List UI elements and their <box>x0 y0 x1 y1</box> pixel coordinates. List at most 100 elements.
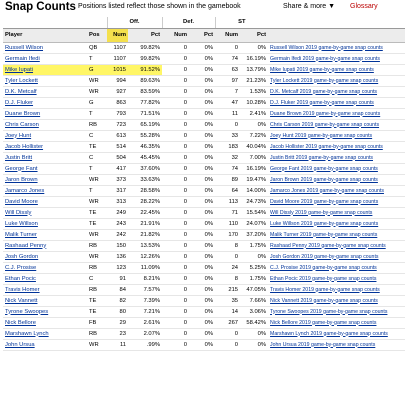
col-header-pos[interactable]: Pos <box>87 28 107 43</box>
defense-snaps: 0 <box>162 185 190 197</box>
game-by-game-link[interactable]: D.K. Metcalf 2019 game-by-game snap coun… <box>268 86 405 98</box>
game-by-game-link[interactable]: Will Dissly 2019 game-by-game snap count… <box>268 207 405 219</box>
game-by-game-link[interactable]: Russell Wilson 2019 game-by-game snap co… <box>268 42 405 54</box>
player-link[interactable]: John Ursua <box>3 339 87 351</box>
page-header: Snap Counts Positions listed reflect tho… <box>0 0 405 17</box>
offense-snaps: 243 <box>107 218 128 230</box>
game-by-game-link[interactable]: David Moore 2019 game-by-game snap count… <box>268 196 405 208</box>
glossary-link[interactable]: Glossary <box>350 3 378 10</box>
special-teams-pct: 2.41% <box>240 108 269 120</box>
special-teams-snaps: 0 <box>215 119 241 131</box>
player-link[interactable]: D.K. Metcalf <box>3 86 87 98</box>
game-by-game-link[interactable]: Tyrone Swoopes 2019 game-by-game snap co… <box>268 306 405 318</box>
game-by-game-link[interactable]: C.J. Prosise 2019 game-by-game snap coun… <box>268 262 405 274</box>
special-teams-snaps: 170 <box>215 229 241 241</box>
game-by-game-link[interactable]: Josh Gordon 2019 game-by-game snap count… <box>268 251 405 263</box>
offense-snaps: 863 <box>107 97 128 109</box>
player-link[interactable]: Luke Willson <box>3 218 87 230</box>
offense-snaps: 927 <box>107 86 128 98</box>
defense-snaps: 0 <box>162 196 190 208</box>
game-by-game-link[interactable]: Jacob Hollister 2019 game-by-game snap c… <box>268 141 405 153</box>
player-link[interactable]: Justin Britt <box>3 152 87 164</box>
table-row: Joey Hunt C 613 55.28% 0 0% 33 7.22% Joey Hunt 2… <box>3 130 405 142</box>
col-header-def-num[interactable]: Num <box>162 28 190 43</box>
share-menu-button[interactable]: Share & more ▼ <box>283 3 335 10</box>
defense-snaps: 0 <box>162 273 190 285</box>
defense-pct: 0% <box>189 130 216 142</box>
defense-snaps: 0 <box>162 152 190 164</box>
defense-pct: 0% <box>189 295 216 307</box>
player-link[interactable]: Jamarco Jones <box>3 185 87 197</box>
player-link[interactable]: Jacob Hollister <box>3 141 87 153</box>
col-header-player[interactable]: Player <box>3 28 87 43</box>
player-link[interactable]: Will Dissly <box>3 207 87 219</box>
offense-pct: 71.51% <box>128 108 163 120</box>
game-by-game-link[interactable]: Jamarco Jones 2019 game-by-game snap cou… <box>268 185 405 197</box>
game-by-game-link[interactable]: Jaron Brown 2019 game-by-game snap count… <box>268 174 405 186</box>
game-by-game-link[interactable]: Marshawn Lynch 2019 game-by-game snap co… <box>268 328 405 340</box>
game-by-game-link[interactable]: Justin Britt 2019 game-by-game snap coun… <box>268 152 405 164</box>
defense-snaps: 0 <box>162 284 190 296</box>
player-link[interactable]: Russell Wilson <box>3 42 87 54</box>
player-link[interactable]: Tyler Lockett <box>3 75 87 87</box>
player-link[interactable]: Germain Ifedi <box>3 53 87 65</box>
player-link[interactable]: Malik Turner <box>3 229 87 241</box>
game-by-game-link[interactable]: Nick Bellore 2019 game-by-game snap coun… <box>268 317 405 329</box>
player-link[interactable]: D.J. Fluker <box>3 97 87 109</box>
game-by-game-link[interactable]: John Ursua 2019 game-by-game snap counts <box>268 339 405 351</box>
player-link[interactable]: Duane Brown <box>3 108 87 120</box>
position-cell: RB <box>87 284 107 296</box>
player-link[interactable]: George Fant <box>3 163 87 175</box>
col-header-def-pct[interactable]: Pct <box>189 28 216 43</box>
player-link[interactable]: David Moore <box>3 196 87 208</box>
game-by-game-link[interactable]: Ethan Pocic 2019 game-by-game snap count… <box>268 273 405 285</box>
game-by-game-link[interactable]: Rashaad Penny 2019 game-by-game snap cou… <box>268 240 405 252</box>
offense-snaps: 417 <box>107 163 128 175</box>
special-teams-pct: 5.25% <box>240 262 269 274</box>
player-link[interactable]: Rashaad Penny <box>3 240 87 252</box>
defense-pct: 0% <box>189 196 216 208</box>
game-by-game-link[interactable]: Luke Willson 2019 game-by-game snap coun… <box>268 218 405 230</box>
special-teams-snaps: 8 <box>215 240 241 252</box>
game-by-game-link[interactable]: Chris Carson 2019 game-by-game snap coun… <box>268 119 405 131</box>
player-link[interactable]: Jaron Brown <box>3 174 87 186</box>
special-teams-snaps: 71 <box>215 207 241 219</box>
position-cell: WR <box>87 86 107 98</box>
col-header-off-num[interactable]: Num <box>107 28 128 43</box>
player-link[interactable]: Tyrone Swoopes <box>3 306 87 318</box>
defense-snaps: 0 <box>162 251 190 263</box>
col-header-st-num[interactable]: Num <box>215 28 241 43</box>
player-link[interactable]: Nick Vannett <box>3 295 87 307</box>
player-link[interactable]: C.J. Prosise <box>3 262 87 274</box>
game-by-game-link[interactable]: Travis Homer 2019 game-by-game snap coun… <box>268 284 405 296</box>
col-header-off-pct[interactable]: Pct <box>128 28 163 43</box>
player-link[interactable]: Joey Hunt <box>3 130 87 142</box>
game-by-game-link[interactable]: D.J. Fluker 2019 game-by-game snap count… <box>268 97 405 109</box>
game-by-game-link[interactable]: Duane Brown 2019 game-by-game snap count… <box>268 108 405 120</box>
special-teams-pct: 7.00% <box>240 152 269 164</box>
player-link[interactable]: Ethan Pocic <box>3 273 87 285</box>
defense-pct: 0% <box>189 273 216 285</box>
player-link[interactable]: Nick Bellore <box>3 317 87 329</box>
position-cell: T <box>87 185 107 197</box>
player-link[interactable]: Marshawn Lynch <box>3 328 87 340</box>
game-by-game-link[interactable]: Malik Turner 2019 game-by-game snap coun… <box>268 229 405 241</box>
defense-snaps: 0 <box>162 218 190 230</box>
player-link[interactable]: Josh Gordon <box>3 251 87 263</box>
defense-snaps: 0 <box>162 229 190 241</box>
player-link[interactable]: Mike Iupati <box>3 64 87 76</box>
table-row: Nick Bellore FB 29 2.61% 0 0% 267 58.42% Nick Be… <box>3 317 405 329</box>
game-by-game-link[interactable]: Joey Hunt 2019 game-by-game snap counts <box>268 130 405 142</box>
game-by-game-link[interactable]: Germain Ifedi 2019 game-by-game snap cou… <box>268 53 405 65</box>
offense-snaps: 317 <box>107 185 128 197</box>
game-by-game-link[interactable]: Mike Iupati 2019 game-by-game snap count… <box>268 64 405 76</box>
special-teams-snaps: 11 <box>215 108 241 120</box>
game-by-game-link[interactable]: Nick Vannett 2019 game-by-game snap coun… <box>268 295 405 307</box>
col-header-st-pct[interactable]: Pct <box>240 28 269 43</box>
game-by-game-link[interactable]: Tyler Lockett 2019 game-by-game snap cou… <box>268 75 405 87</box>
player-link[interactable]: Travis Homer <box>3 284 87 296</box>
player-link[interactable]: Chris Carson <box>3 119 87 131</box>
offense-pct: .99% <box>128 339 163 351</box>
position-cell: RB <box>87 240 107 252</box>
game-by-game-link[interactable]: George Fant 2019 game-by-game snap count… <box>268 163 405 175</box>
